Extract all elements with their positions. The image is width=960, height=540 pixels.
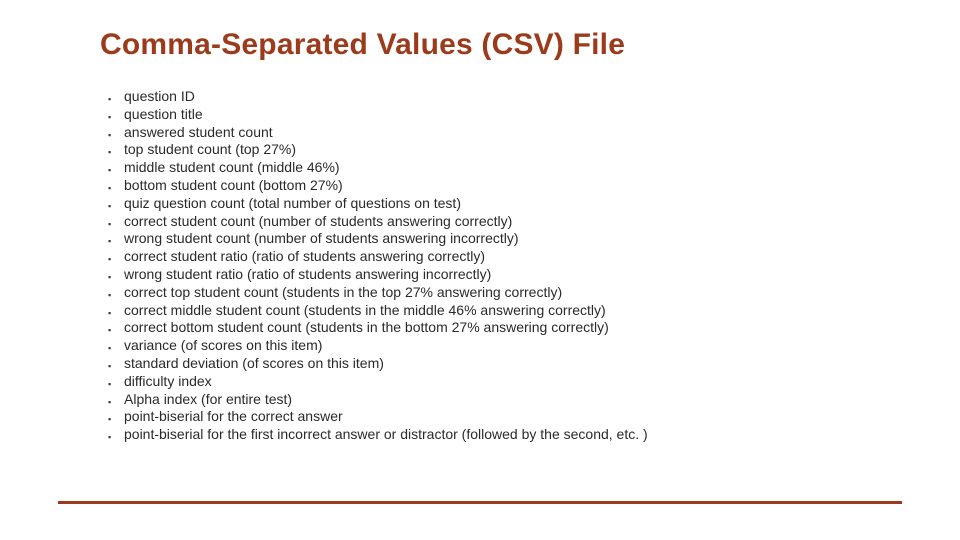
list-item-text: answered student count: [124, 124, 888, 142]
list-item: ▪Alpha index (for entire test): [108, 391, 888, 409]
list-item-text: wrong student ratio (ratio of students a…: [124, 266, 888, 284]
bullet-icon: ▪: [108, 233, 124, 251]
list-item-text: point-biserial for the first incorrect a…: [124, 426, 888, 444]
slide: Comma-Separated Values (CSV) File ▪quest…: [0, 0, 960, 540]
list-item-text: correct middle student count (students i…: [124, 302, 888, 320]
list-item: ▪correct bottom student count (students …: [108, 319, 888, 337]
list-item: ▪correct middle student count (students …: [108, 302, 888, 320]
list-item: ▪answered student count: [108, 124, 888, 142]
list-item: ▪point-biserial for the first incorrect …: [108, 426, 888, 444]
bullet-icon: ▪: [108, 376, 124, 394]
bullet-icon: ▪: [108, 144, 124, 162]
list-item: ▪question title: [108, 106, 888, 124]
bullet-icon: ▪: [108, 180, 124, 198]
list-item: ▪standard deviation (of scores on this i…: [108, 355, 888, 373]
list-item-text: question ID: [124, 88, 888, 106]
list-item-text: correct bottom student count (students i…: [124, 319, 888, 337]
field-list: ▪question ID▪question title▪answered stu…: [108, 88, 888, 444]
list-item-text: correct student ratio (ratio of students…: [124, 248, 888, 266]
list-item: ▪correct student count (number of studen…: [108, 213, 888, 231]
bullet-icon: ▪: [108, 411, 124, 429]
list-item: ▪correct top student count (students in …: [108, 284, 888, 302]
list-item: ▪wrong student count (number of students…: [108, 230, 888, 248]
list-item: ▪bottom student count (bottom 27%): [108, 177, 888, 195]
bullet-icon: ▪: [108, 429, 124, 447]
list-item-text: bottom student count (bottom 27%): [124, 177, 888, 195]
list-item-text: standard deviation (of scores on this it…: [124, 355, 888, 373]
list-item: ▪top student count (top 27%): [108, 141, 888, 159]
bullet-icon: ▪: [108, 287, 124, 305]
list-item-text: difficulty index: [124, 373, 888, 391]
list-item: ▪correct student ratio (ratio of student…: [108, 248, 888, 266]
bullet-icon: ▪: [108, 394, 124, 412]
list-item-text: variance (of scores on this item): [124, 337, 888, 355]
bullet-icon: ▪: [108, 322, 124, 340]
list-item: ▪variance (of scores on this item): [108, 337, 888, 355]
list-item-text: top student count (top 27%): [124, 141, 888, 159]
list-item-text: quiz question count (total number of que…: [124, 195, 888, 213]
list-item-text: point-biserial for the correct answer: [124, 408, 888, 426]
bullet-icon: ▪: [108, 358, 124, 376]
bullet-icon: ▪: [108, 198, 124, 216]
page-title: Comma-Separated Values (CSV) File: [100, 28, 625, 62]
list-item-text: question title: [124, 106, 888, 124]
list-item: ▪quiz question count (total number of qu…: [108, 195, 888, 213]
bullet-icon: ▪: [108, 269, 124, 287]
list-item: ▪middle student count (middle 46%): [108, 159, 888, 177]
list-item: ▪difficulty index: [108, 373, 888, 391]
list-item-text: correct top student count (students in t…: [124, 284, 888, 302]
bullet-icon: ▪: [108, 91, 124, 109]
list-item-text: correct student count (number of student…: [124, 213, 888, 231]
bullet-icon: ▪: [108, 162, 124, 180]
list-item: ▪wrong student ratio (ratio of students …: [108, 266, 888, 284]
bullet-icon: ▪: [108, 305, 124, 323]
bullet-icon: ▪: [108, 127, 124, 145]
list-item: ▪question ID: [108, 88, 888, 106]
list-item-text: Alpha index (for entire test): [124, 391, 888, 409]
bullet-icon: ▪: [108, 216, 124, 234]
list-item: ▪point-biserial for the correct answer: [108, 408, 888, 426]
divider: [58, 501, 902, 504]
bullet-icon: ▪: [108, 340, 124, 358]
bullet-icon: ▪: [108, 251, 124, 269]
list-item-text: middle student count (middle 46%): [124, 159, 888, 177]
list-item-text: wrong student count (number of students …: [124, 230, 888, 248]
bullet-icon: ▪: [108, 109, 124, 127]
